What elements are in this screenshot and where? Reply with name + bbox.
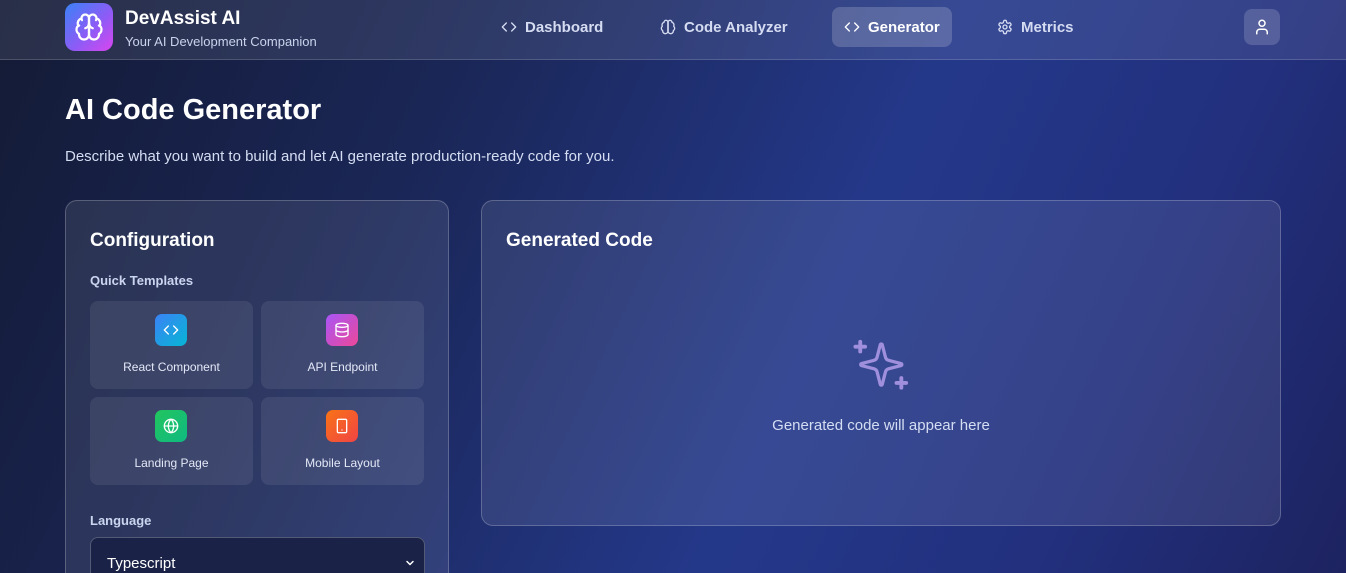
chevron-down-icon (406, 560, 414, 566)
code-icon (155, 314, 187, 346)
template-react-component[interactable]: React Component (90, 301, 253, 389)
globe-icon (155, 410, 187, 442)
top-header: DevAssist AI Your AI Development Compani… (0, 0, 1346, 60)
nav-code-analyzer[interactable]: Code Analyzer (648, 7, 800, 47)
user-menu-button[interactable] (1244, 9, 1280, 45)
brain-icon (660, 19, 676, 35)
language-select-value: Typescript (107, 555, 176, 572)
template-mobile-layout[interactable]: Mobile Layout (261, 397, 424, 485)
generated-code-panel: Generated Code Generated code will appea… (481, 200, 1281, 526)
nav-code-analyzer-label: Code Analyzer (684, 18, 788, 36)
template-landing-page[interactable]: Landing Page (90, 397, 253, 485)
generated-code-placeholder: Generated code will appear here (772, 417, 990, 434)
template-label: Mobile Layout (305, 456, 380, 470)
configuration-panel: Configuration Quick Templates React Comp… (65, 200, 449, 573)
nav-dashboard-label: Dashboard (525, 18, 604, 36)
app-name: DevAssist AI (125, 8, 241, 29)
sparkles-icon (853, 339, 909, 390)
language-label: Language (90, 513, 152, 528)
page-description: Describe what you want to build and let … (65, 148, 615, 165)
smartphone-icon (326, 410, 358, 442)
configuration-title: Configuration (90, 230, 215, 251)
template-api-endpoint[interactable]: API Endpoint (261, 301, 424, 389)
gear-icon (998, 19, 1012, 35)
nav-generator-label: Generator (868, 18, 940, 36)
page-title: AI Code Generator (65, 94, 322, 126)
generated-code-title: Generated Code (506, 230, 653, 251)
nav-generator[interactable]: Generator (832, 7, 952, 47)
nav-dashboard[interactable]: Dashboard (489, 7, 615, 47)
database-icon (326, 314, 358, 346)
nav-metrics-label: Metrics (1021, 18, 1074, 36)
language-select[interactable]: Typescript (90, 537, 425, 573)
template-label: React Component (123, 360, 220, 374)
template-label: API Endpoint (307, 360, 378, 374)
brain-logo-icon (65, 3, 113, 51)
quick-templates-label: Quick Templates (90, 273, 194, 288)
code-icon (501, 22, 517, 32)
nav-metrics[interactable]: Metrics (985, 7, 1086, 47)
user-icon (1256, 19, 1268, 35)
app-tagline: Your AI Development Companion (125, 34, 317, 49)
template-label: Landing Page (134, 456, 209, 470)
code-icon (844, 22, 860, 32)
